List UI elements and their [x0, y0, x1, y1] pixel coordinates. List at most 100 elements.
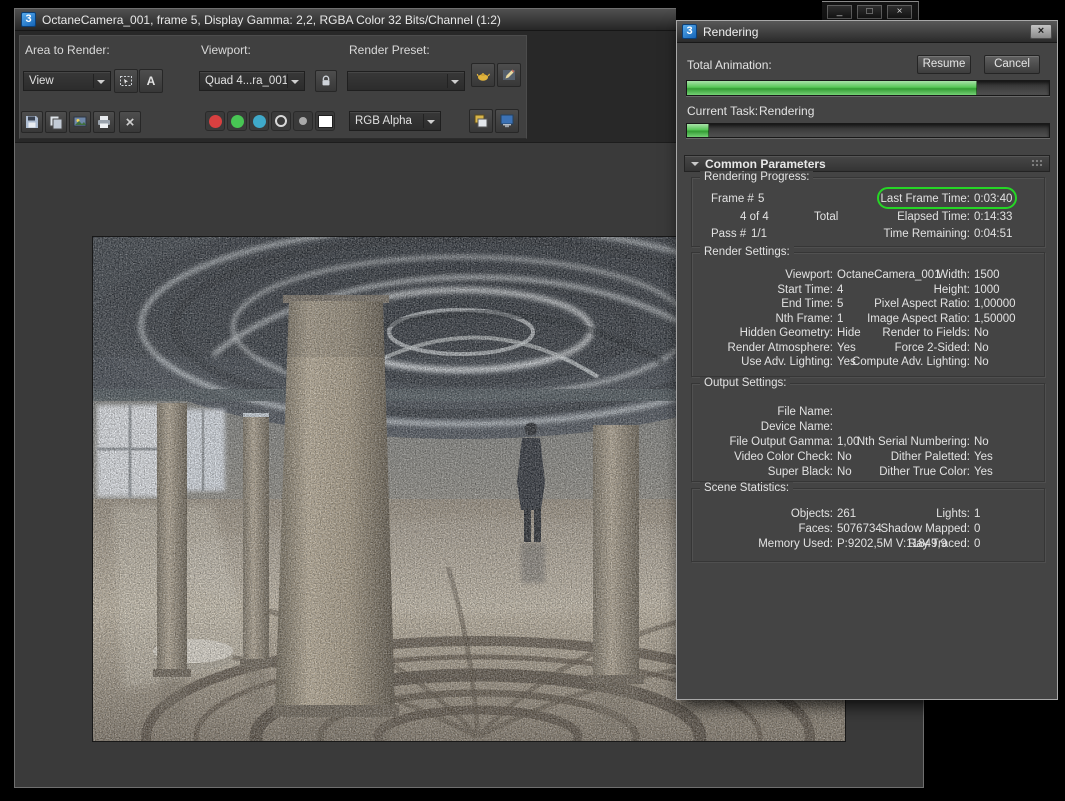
param-label: Shadow Mapped:	[880, 523, 970, 535]
settings-row: Nth Frame: 1 Image Aspect Ratio: 1,50000	[693, 313, 1043, 327]
param-label: Dither True Color:	[879, 466, 970, 478]
time-remaining-value: 0:04:51	[974, 228, 1013, 240]
param-label: Faces:	[798, 523, 833, 535]
frames-done-value: 4 of 4	[740, 211, 769, 223]
current-progress-fill	[687, 124, 709, 137]
settings-row: Render Atmosphere: Yes Force 2-Sided: No	[693, 342, 1043, 356]
param-label: Device Name:	[760, 421, 833, 433]
settings-row: File Name:	[693, 406, 1043, 420]
environment-dialog-button[interactable]	[497, 63, 521, 87]
param-label: Use Adv. Lighting:	[741, 356, 833, 368]
minimize-button[interactable]: _	[827, 4, 852, 19]
param-value: No	[974, 327, 989, 339]
monochrome-icon	[299, 117, 307, 125]
scene-statistics-caption: Scene Statistics:	[700, 482, 794, 494]
clone-window-button[interactable]	[69, 111, 91, 133]
current-task-value: Rendering	[759, 104, 815, 118]
printer-icon	[98, 116, 110, 128]
close-button[interactable]: ×	[887, 4, 912, 19]
param-value: 0	[974, 538, 981, 550]
common-parameters-rollout[interactable]: Common Parameters	[684, 155, 1050, 172]
alpha-channel-icon	[275, 115, 287, 127]
edit-pencil-icon	[503, 69, 515, 80]
rollout-grip-icon	[1031, 159, 1043, 168]
param-value: 1,50000	[974, 313, 1016, 325]
current-task-progressbar	[686, 123, 1050, 138]
alpha-channel-button[interactable]	[271, 111, 291, 131]
edit-region-button[interactable]	[114, 69, 138, 93]
param-label: Lights:	[936, 508, 970, 520]
param-label: Video Color Check:	[734, 451, 833, 463]
lock-viewport-button[interactable]	[315, 70, 337, 92]
overlay-ui-button[interactable]	[469, 109, 493, 133]
rendering-dialog-titlebar[interactable]: 3 Rendering ×	[677, 21, 1057, 43]
color-swatch-button[interactable]	[315, 111, 335, 131]
cancel-button[interactable]: Cancel	[984, 55, 1040, 74]
rendering-dialog: 3 Rendering × Total Animation: Resume Ca…	[676, 20, 1058, 700]
param-label: Memory Used:	[758, 538, 833, 550]
param-value: 1,00000	[974, 298, 1016, 310]
clear-x-icon: ×	[125, 113, 135, 131]
frame-label: Frame #	[711, 193, 754, 205]
clear-image-button[interactable]: ×	[119, 111, 141, 133]
monochrome-button[interactable]	[293, 111, 313, 131]
param-label: File Name:	[777, 406, 833, 418]
blue-channel-icon	[252, 114, 266, 128]
param-value: Yes	[974, 466, 993, 478]
param-value: 1	[974, 508, 981, 520]
param-label: Image Aspect Ratio:	[867, 313, 970, 325]
frame-value: 5	[758, 193, 765, 205]
render-settings-caption: Render Settings:	[700, 246, 794, 258]
maximize-button[interactable]: □	[857, 4, 882, 19]
rendering-progress-group: Rendering Progress: Frame # 5 Last Frame…	[691, 171, 1045, 247]
render-preset-select[interactable]	[347, 71, 465, 91]
settings-row: Video Color Check: No Dither Paletted: Y…	[693, 451, 1043, 465]
settings-row: Start Time: 4 Height: 1000	[693, 284, 1043, 298]
print-image-button[interactable]	[93, 111, 115, 133]
progress-row: 4 of 4 Total Elapsed Time: 0:14:33	[693, 211, 1043, 225]
clone-image-icon	[73, 116, 87, 127]
viewport-value: Quad 4...ra_001	[205, 75, 289, 87]
rendering-progress-caption: Rendering Progress:	[700, 171, 814, 183]
stats-row: Memory Used: P:9202,5M V:11849,9 Ray Tra…	[693, 538, 1043, 552]
area-to-render-label: Area to Render:	[25, 43, 110, 57]
channel-display-select[interactable]: RGB Alpha	[349, 111, 441, 131]
background-app-window-controls: _ □ ×	[822, 1, 919, 21]
param-label: File Output Gamma:	[729, 436, 833, 448]
pass-value: 1/1	[751, 228, 767, 240]
render-setup-teapot-icon	[476, 73, 490, 81]
param-label: Width:	[937, 269, 970, 281]
collapse-arrow-icon	[691, 161, 699, 170]
total-animation-label: Total Animation:	[687, 58, 772, 72]
edit-region-icon	[120, 76, 132, 86]
green-channel-button[interactable]	[227, 111, 247, 131]
area-to-render-value: View	[29, 75, 54, 87]
save-image-button[interactable]	[21, 111, 43, 133]
viewport-select[interactable]: Quad 4...ra_001	[199, 71, 305, 91]
settings-row: Hidden Geometry: Hide Render to Fields: …	[693, 327, 1043, 341]
copy-image-button[interactable]	[45, 111, 67, 133]
copy-pages-icon	[49, 115, 63, 130]
progress-row: Frame # 5 Last Frame Time: 0:03:40	[693, 193, 1043, 207]
rendering-dialog-body: Total Animation: Resume Cancel Current T…	[677, 43, 1057, 699]
display-device-button[interactable]	[495, 109, 519, 133]
auto-region-button[interactable]: A	[139, 69, 163, 93]
red-channel-button[interactable]	[205, 111, 225, 131]
param-value: No	[974, 356, 989, 368]
save-floppy-icon	[26, 116, 38, 128]
last-frame-time-value: 0:03:40	[974, 193, 1013, 205]
resume-button[interactable]: Resume	[917, 55, 971, 74]
param-label: Pixel Aspect Ratio:	[874, 298, 970, 310]
area-to-render-select[interactable]: View	[23, 71, 111, 91]
dialog-close-button[interactable]: ×	[1030, 24, 1052, 39]
blue-channel-button[interactable]	[249, 111, 269, 131]
param-label: Compute Adv. Lighting:	[851, 356, 970, 368]
total-animation-progressbar	[686, 80, 1050, 96]
render-setup-button[interactable]	[471, 63, 495, 87]
stats-row: Objects: 261 Lights: 1	[693, 508, 1043, 522]
param-value: 1000	[974, 284, 1000, 296]
rfw-title: OctaneCamera_001, frame 5, Display Gamma…	[42, 12, 501, 27]
output-settings-caption: Output Settings:	[700, 377, 791, 389]
lock-icon	[322, 75, 330, 86]
param-value: 1500	[974, 269, 1000, 281]
